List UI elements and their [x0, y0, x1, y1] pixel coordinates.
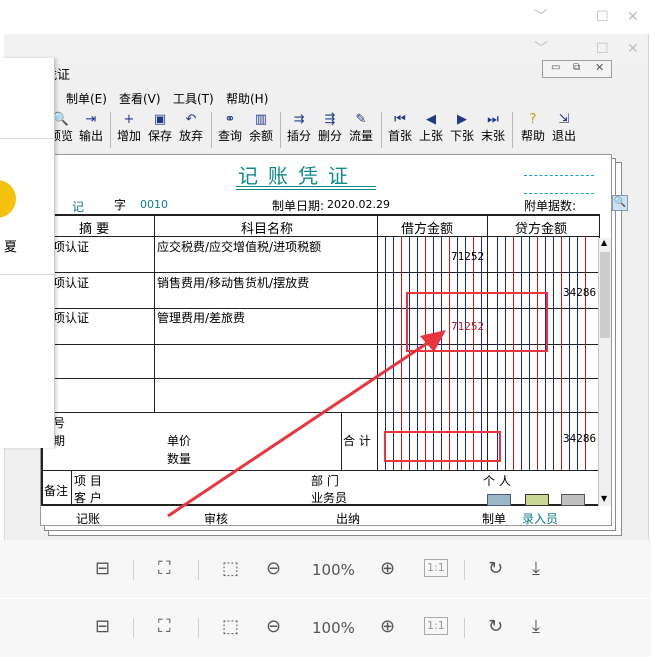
fullscreen-icon[interactable]: ⬚ [222, 616, 239, 638]
zoom-level: 100% [312, 561, 355, 579]
layout-icon[interactable]: ⊟ [95, 616, 110, 638]
zoom-in-icon[interactable]: ⊕ [380, 558, 395, 580]
toolbar-separator [198, 560, 199, 580]
actual-size-button[interactable]: 1:1 [424, 559, 448, 577]
toolbar-separator [464, 560, 465, 580]
toolbar-separator [133, 618, 134, 638]
zoom-out-icon[interactable]: ⊖ [266, 558, 281, 580]
fullscreen-icon[interactable]: ⬚ [222, 558, 239, 580]
zoom-out-icon[interactable]: ⊖ [266, 616, 281, 638]
toolbar-separator [464, 618, 465, 638]
viewer-toolbar: ⊟ ⛶ ⬚ ⊖ 100% ⊕ 1:1 ↻ ⤓ [0, 540, 651, 598]
toolbar-separator [198, 618, 199, 638]
viewer-toolbar: ⊟ ⛶ ⬚ ⊖ 100% ⊕ 1:1 ↻ ⤓ [0, 599, 651, 657]
fit-window-icon[interactable]: ⛶ [158, 616, 171, 638]
toolbar-separator [133, 560, 134, 580]
rotate-icon[interactable]: ↻ [488, 616, 503, 638]
fit-window-icon[interactable]: ⛶ [158, 558, 171, 580]
zoom-in-icon[interactable]: ⊕ [380, 616, 395, 638]
rotate-icon[interactable]: ↻ [488, 558, 503, 580]
download-icon[interactable]: ⤓ [532, 616, 540, 638]
layout-icon[interactable]: ⊟ [95, 558, 110, 580]
actual-size-button[interactable]: 1:1 [424, 617, 448, 635]
download-icon[interactable]: ⤓ [532, 558, 540, 580]
zoom-level: 100% [312, 619, 355, 637]
